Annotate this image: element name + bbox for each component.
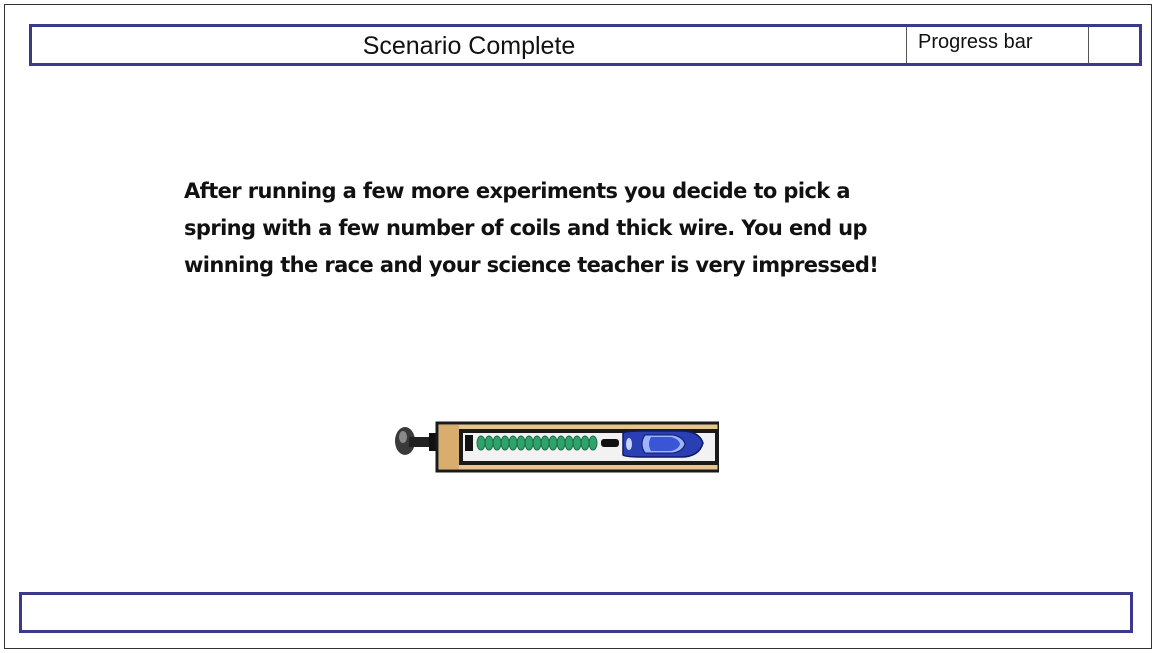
footer-bar: [19, 592, 1133, 633]
message-line: winning the race and your science teache…: [184, 253, 879, 277]
spring-launcher-with-car-icon: [395, 421, 719, 473]
header-bar: Scenario Complete Progress bar: [29, 24, 1142, 66]
scenario-message: After running a few more experiments you…: [184, 173, 964, 284]
message-line: spring with a few number of coils and th…: [184, 216, 867, 240]
progress-bar-label: Progress bar: [906, 27, 1088, 63]
page-title: Scenario Complete: [362, 31, 576, 60]
progress-bar: [1088, 27, 1139, 63]
slide-frame: Scenario Complete Progress bar After run…: [4, 4, 1152, 649]
message-line: After running a few more experiments you…: [184, 179, 851, 203]
